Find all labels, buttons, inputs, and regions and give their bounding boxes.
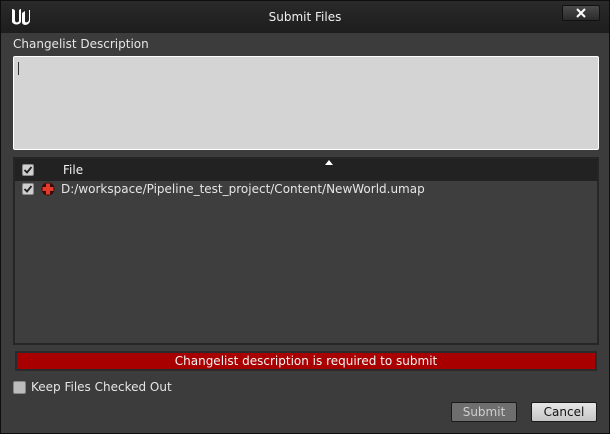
cancel-button[interactable]: Cancel [531, 402, 597, 422]
file-list-header: File [15, 159, 597, 181]
file-column-header[interactable]: File [63, 163, 83, 177]
keep-files-checked-out-checkbox[interactable] [13, 381, 26, 394]
submit-files-dialog: Submit Files Changelist Description File [0, 0, 610, 434]
checkmark-icon [23, 166, 33, 174]
keep-files-checked-out-label: Keep Files Checked Out [31, 380, 172, 394]
submit-button[interactable]: Submit [451, 402, 517, 422]
sort-ascending-icon [325, 160, 333, 165]
file-list: File D:/workspace/Pipeline_test_project/… [13, 157, 599, 345]
file-row-checkbox[interactable] [22, 183, 34, 195]
select-all-checkbox[interactable] [22, 164, 34, 176]
text-caret [18, 62, 19, 75]
window-title: Submit Files [268, 10, 342, 24]
checkmark-icon [23, 185, 33, 193]
file-path: D:/workspace/Pipeline_test_project/Conte… [61, 182, 425, 196]
file-row[interactable]: D:/workspace/Pipeline_test_project/Conte… [15, 181, 597, 199]
close-button[interactable] [562, 5, 600, 21]
close-icon [576, 8, 586, 18]
add-icon [41, 182, 55, 196]
title-bar: Submit Files [1, 1, 609, 33]
changelist-description-label: Changelist Description [13, 37, 149, 51]
changelist-description-input[interactable] [13, 56, 599, 150]
error-message-bar: Changelist description is required to su… [15, 351, 597, 371]
